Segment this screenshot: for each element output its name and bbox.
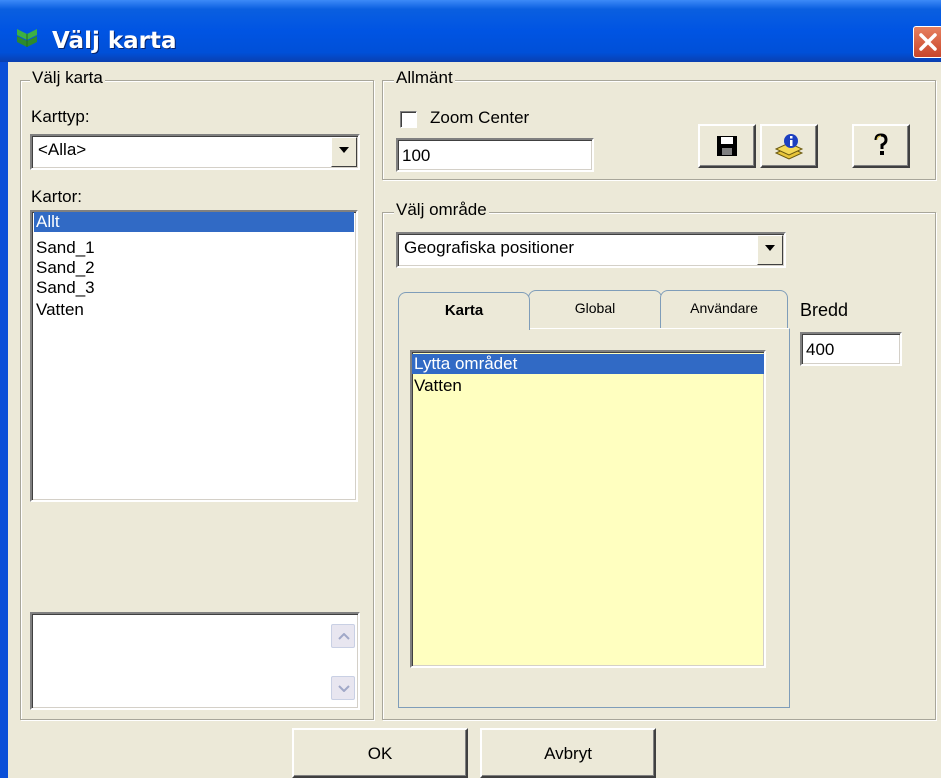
maps-list-item-sand-2[interactable]: Sand_2 (34, 258, 354, 278)
tab-karta[interactable]: Karta (398, 292, 530, 330)
area-list-item-vatten[interactable]: Vatten (412, 376, 764, 396)
maps-list-item-vatten[interactable]: Vatten (34, 300, 354, 320)
scroll-up-button[interactable] (331, 624, 355, 648)
width-value: 400 (806, 340, 835, 359)
maps-list[interactable]: Allt Sand_1 Sand_2 Sand_3 Vatten (30, 210, 358, 502)
zoom-value: 100 (402, 146, 431, 165)
zoom-center-label: Zoom Center (430, 108, 530, 127)
area-group-label: Välj område (394, 200, 489, 220)
zoom-value-input[interactable]: 100 (396, 138, 594, 172)
area-type-value: Geografiska positioner (404, 238, 575, 257)
save-button[interactable] (698, 124, 756, 168)
tab-anvandare-label: Användare (690, 300, 758, 316)
map-type-dropdown[interactable]: <Alla> (30, 134, 360, 170)
question-mark-icon (874, 133, 888, 155)
width-input[interactable]: 400 (800, 332, 902, 366)
info-button[interactable] (760, 124, 818, 168)
close-icon (919, 33, 937, 51)
window-frame-left (0, 62, 8, 778)
cancel-button-label: Avbryt (544, 744, 592, 763)
tab-global[interactable]: Global (528, 290, 662, 328)
tab-karta-label: Karta (444, 302, 484, 319)
chevron-down-icon (339, 147, 349, 153)
maps-list-item-sand-1[interactable]: Sand_1 (34, 238, 354, 258)
scroll-down-button[interactable] (331, 676, 355, 700)
map-select-group-label: Välj karta (30, 68, 105, 88)
description-textarea[interactable] (30, 612, 360, 710)
maps-label: Kartor: (31, 187, 83, 206)
maps-list-item-allt[interactable]: Allt (34, 212, 354, 232)
tab-anvandare[interactable]: Användare (660, 290, 788, 328)
tab-global-label: Global (574, 300, 616, 316)
area-list-item-lytta-omradet[interactable]: Lytta området (412, 354, 764, 374)
chevron-down-icon (338, 685, 350, 692)
ok-button-label: OK (367, 744, 393, 763)
area-type-dropdown[interactable]: Geografiska positioner (396, 232, 786, 268)
width-label: Bredd (800, 300, 849, 320)
general-group-label: Allmänt (394, 68, 455, 88)
info-layers-icon (774, 134, 804, 160)
floppy-disk-icon (717, 136, 737, 156)
ok-button[interactable]: OK (292, 728, 468, 778)
area-items-list[interactable]: Lytta området Vatten (410, 350, 766, 668)
help-button[interactable] (852, 124, 910, 168)
zoom-center-checkbox[interactable] (400, 111, 417, 128)
map-type-dropdown-button[interactable] (331, 137, 357, 167)
chevron-down-icon (765, 245, 775, 251)
map-type-label: Karttyp: (31, 107, 90, 126)
close-button[interactable] (913, 26, 941, 58)
cancel-button[interactable]: Avbryt (480, 728, 656, 778)
map-type-value: <Alla> (38, 140, 87, 159)
area-type-dropdown-button[interactable] (757, 235, 783, 265)
window-title: Välj karta (52, 28, 177, 54)
title-bar[interactable]: Välj karta (0, 0, 941, 62)
app-icon (17, 29, 37, 47)
maps-list-item-sand-3[interactable]: Sand_3 (34, 278, 354, 298)
chevron-up-icon (338, 633, 350, 640)
